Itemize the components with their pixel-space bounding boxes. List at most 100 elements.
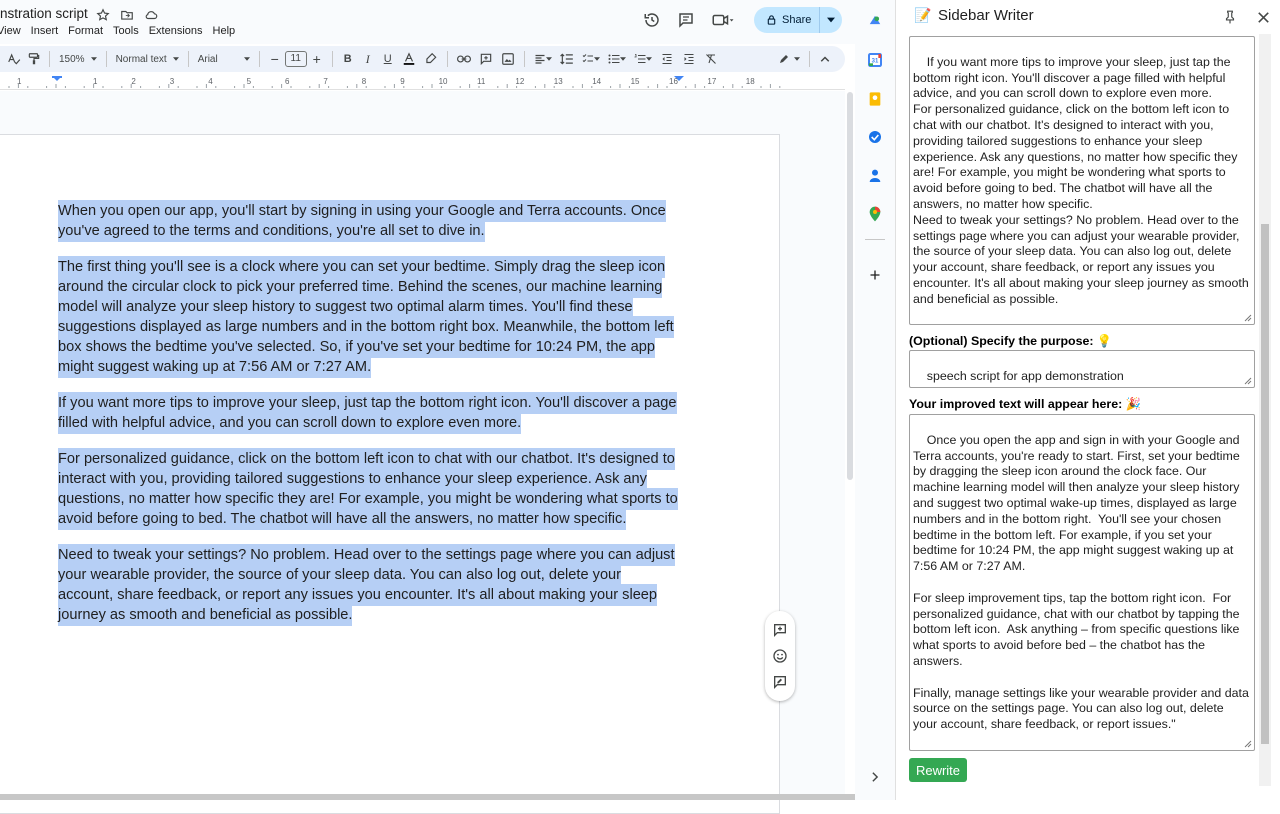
menu-tools[interactable]: Tools [113, 25, 139, 37]
text-color-icon[interactable] [398, 48, 420, 70]
ruler-number: 12 [515, 77, 525, 86]
formatting-toolbar: 150% Normal text Arial − 11 + B I U [0, 46, 845, 72]
paragraph-text: The first thing you'll see is a clock wh… [58, 259, 674, 375]
highlight-color-icon[interactable] [420, 48, 442, 70]
link-icon[interactable] [453, 48, 475, 70]
add-comment-icon[interactable] [475, 48, 497, 70]
menu-view[interactable]: View [0, 25, 21, 37]
side-panel-rail: 31 [855, 0, 895, 800]
tasks-icon[interactable] [863, 125, 887, 149]
italic-icon[interactable]: I [358, 48, 378, 70]
menu-help[interactable]: Help [213, 25, 236, 37]
zoom-select[interactable]: 150% [55, 54, 101, 65]
close-icon[interactable] [1251, 5, 1275, 29]
document-paragraph[interactable]: Need to tweak your settings? No problem.… [58, 545, 678, 625]
addon-icon[interactable] [863, 8, 887, 32]
ruler-number: 6 [285, 77, 290, 86]
keep-icon[interactable] [863, 87, 887, 111]
document-paragraph[interactable]: The first thing you'll see is a clock wh… [58, 257, 678, 377]
input-textarea[interactable]: If you want more tips to improve your sl… [909, 36, 1255, 325]
share-button[interactable]: Share [754, 7, 821, 33]
document-paragraph[interactable]: If you want more tips to improve your sl… [58, 393, 678, 433]
ruler-number: 4 [208, 77, 213, 86]
document-paragraph[interactable]: When you open our app, you'll start by s… [58, 201, 678, 241]
maps-icon[interactable] [863, 202, 887, 226]
output-textarea[interactable]: Once you open the app and sign in with y… [909, 414, 1255, 751]
move-folder-icon[interactable] [116, 5, 138, 25]
menu-extensions[interactable]: Extensions [149, 25, 203, 37]
ruler-number: 10 [438, 77, 448, 86]
calendar-icon[interactable]: 31 [863, 48, 887, 72]
pin-icon[interactable] [1218, 5, 1242, 29]
resize-grip-icon[interactable] [1244, 377, 1252, 385]
document-body[interactable]: When you open our app, you'll start by s… [58, 201, 678, 641]
editing-mode-icon[interactable] [774, 48, 804, 70]
toolbar-divider [809, 51, 810, 67]
increase-font-size-icon[interactable]: + [307, 48, 327, 70]
emoji-reaction-icon[interactable] [768, 644, 792, 668]
spellcheck-icon[interactable] [4, 48, 24, 70]
resize-grip-icon[interactable] [1244, 740, 1252, 748]
menu-bar: View Insert Format Tools Extensions Help [0, 25, 245, 37]
menu-format[interactable]: Format [68, 25, 103, 37]
document-paragraph[interactable]: For personalized guidance, click on the … [58, 449, 678, 529]
style-select[interactable]: Normal text [112, 54, 183, 65]
get-addons-icon[interactable] [863, 263, 887, 287]
bold-icon[interactable]: B [338, 48, 358, 70]
underline-icon[interactable]: U [378, 48, 398, 70]
ruler-number: 11 [477, 77, 486, 86]
numbered-list-icon[interactable] [630, 48, 656, 70]
menu-insert[interactable]: Insert [31, 25, 59, 37]
ruler-number: 3 [169, 77, 175, 86]
share-options-button[interactable] [820, 7, 842, 33]
ruler-number: 1 [17, 77, 22, 86]
meet-icon[interactable] [708, 8, 738, 32]
document-scrollbar[interactable] [847, 92, 853, 480]
font-size-input[interactable]: 11 [284, 51, 307, 67]
line-spacing-icon[interactable] [556, 48, 578, 70]
docs-header: nstration script View Insert Format Tool… [0, 0, 895, 44]
resize-grip-icon[interactable] [1244, 314, 1252, 322]
increase-indent-icon[interactable] [678, 48, 700, 70]
rewrite-button[interactable]: Rewrite [909, 758, 967, 782]
caret-down-icon [243, 57, 250, 61]
ruler-number: 8 [361, 77, 367, 86]
document-title[interactable]: nstration script [0, 6, 88, 21]
checklist-icon[interactable] [578, 48, 604, 70]
expand-panel-icon[interactable] [863, 765, 887, 789]
contacts-icon[interactable] [863, 164, 887, 188]
history-icon[interactable] [640, 8, 664, 32]
output-label: Your improved text will appear here: 🎉 [909, 397, 1142, 411]
paint-format-icon[interactable] [24, 48, 44, 70]
floating-actions [765, 611, 795, 701]
sidebar-scroll-thumb[interactable] [1261, 224, 1269, 744]
sidebar-header: 📝 Sidebar Writer [896, 0, 1280, 32]
horizontal-scrollbar[interactable] [0, 794, 855, 800]
document-page[interactable]: When you open our app, you'll start by s… [0, 134, 780, 814]
decrease-font-size-icon[interactable]: − [265, 48, 285, 70]
comments-icon[interactable] [674, 8, 698, 32]
font-value: Arial [197, 53, 218, 65]
insert-image-icon[interactable] [497, 48, 519, 70]
caret-down-icon [593, 57, 600, 61]
decrease-indent-icon[interactable] [656, 48, 678, 70]
align-icon[interactable] [530, 48, 556, 70]
caret-down-icon [619, 57, 626, 61]
suggest-edits-icon[interactable] [768, 670, 792, 694]
caret-down-icon [827, 17, 836, 23]
star-icon[interactable] [92, 5, 114, 25]
ruler-number: 2 [131, 77, 136, 86]
font-select[interactable]: Arial [194, 54, 254, 65]
purpose-input[interactable]: speech script for app demonstration [909, 350, 1255, 388]
collapse-toolbar-icon[interactable] [815, 48, 835, 70]
clear-formatting-icon[interactable] [700, 48, 722, 70]
sidebar-scrollbar[interactable] [1259, 34, 1271, 786]
add-comment-icon[interactable] [768, 618, 792, 642]
sidebar-writer-panel: 📝 Sidebar Writer If you want more tips t… [895, 0, 1280, 800]
memo-icon: 📝 [914, 7, 932, 23]
caret-down-icon [172, 57, 179, 61]
horizontal-ruler[interactable]: 1 1 2 3 4 5 6 7 8 9 10 11 12 13 14 15 16 17 18 [0, 74, 845, 90]
cloud-saved-icon[interactable] [140, 5, 162, 25]
bulleted-list-icon[interactable] [604, 48, 630, 70]
toolbar-divider [258, 51, 260, 67]
